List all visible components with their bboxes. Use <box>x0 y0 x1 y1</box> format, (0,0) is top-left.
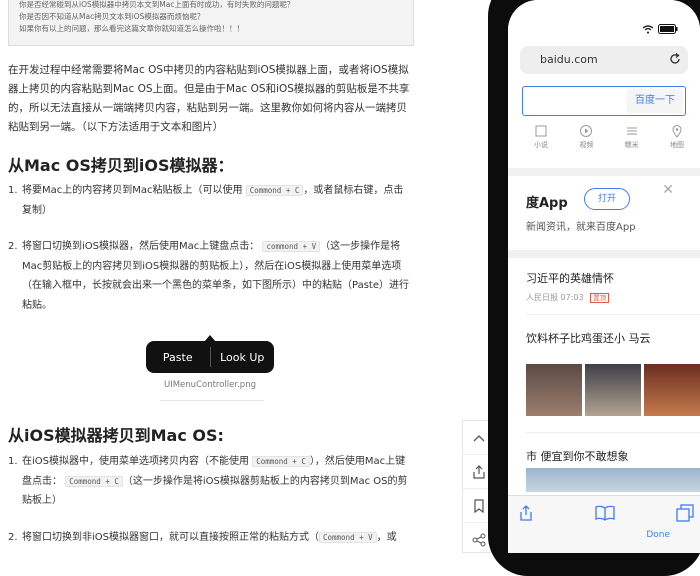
book-icon <box>535 125 547 137</box>
section-title: 从Mac OS拷贝到iOS模拟器： <box>8 156 234 175</box>
bookmarks-icon[interactable] <box>595 505 615 521</box>
battery-icon <box>658 24 678 34</box>
news-source: 人民日报 <box>526 293 558 302</box>
tabs-icon[interactable] <box>676 504 694 522</box>
news-photo <box>526 468 700 492</box>
quick-link-label: 小说 <box>534 141 548 149</box>
list-item: 1. 将要Mac上的内容拷贝到Mac粘贴板上（可以使用 Commond + C，… <box>8 181 412 220</box>
wifi-icon <box>642 24 654 33</box>
quick-link-novel[interactable]: 小说 <box>524 124 558 160</box>
nuomi-icon <box>626 127 637 135</box>
inline-code: commond + V <box>262 241 321 252</box>
app-promo-banner: 度App 打开 新闻资讯，就来百度App ✕ <box>508 176 700 248</box>
app-open-button[interactable]: 打开 <box>584 188 630 210</box>
share-nodes-icon <box>472 533 486 546</box>
news-photo <box>526 364 582 416</box>
inline-code: Commond + C <box>252 456 310 467</box>
quick-link-label: 地图 <box>669 141 684 149</box>
intro-paragraph: 在开发过程中经常需要将Mac OS中拷贝的内容粘贴到iOS模拟器上面，或者将iO… <box>8 64 410 133</box>
quick-link-nuomi[interactable]: 糯米 <box>615 124 649 160</box>
toolbar-icons <box>518 504 694 522</box>
video-icon <box>580 125 593 137</box>
list-number: 1. <box>8 185 18 196</box>
list-text: 将要Mac上的内容拷贝到Mac粘贴板上（可以使用 Commond + C ，或者鼠… <box>22 181 412 220</box>
menu-controller-image: Paste Look Up <box>146 335 274 373</box>
article-content: 你是否经常碰到从iOS模拟器中拷贝本文到Mac上面有时成功，有时失败的问题呢？ … <box>0 0 422 553</box>
news-divider <box>526 314 700 315</box>
quote-line: 你是否因不知道从Mac拷贝文本到iOS模拟器而烦恼呢？ <box>19 12 205 21</box>
share-icon[interactable] <box>518 504 534 522</box>
list-item: 1. 在iOS模拟器中，使用菜单选项拷贝内容（不能使用 Commond + C）… <box>8 452 412 511</box>
section-title: 从iOS模拟器拷贝到Mac OS: <box>8 426 224 445</box>
text-segment: 将要Mac上的内容拷贝到Mac粘贴板上（可以使用 <box>22 185 243 196</box>
address-bar[interactable]: baidu.com <box>520 46 688 74</box>
section-separator <box>508 168 700 176</box>
quick-link-map[interactable]: 地图 <box>660 124 694 160</box>
close-icon[interactable]: ✕ <box>662 182 674 198</box>
quick-link-label: 视频 <box>579 141 594 149</box>
chevron-up-icon <box>473 434 485 441</box>
url-text: baidu.com <box>540 53 598 66</box>
app-promo-subtitle: 新闻资讯，就来百度App <box>526 222 636 233</box>
quick-links: 小说 视频 糯米 地图 <box>524 124 694 160</box>
section-separator <box>508 250 700 258</box>
safari-toolbar: Done <box>508 495 700 553</box>
status-icons <box>642 24 678 34</box>
list-item: 2. 将窗口切换到非iOS模拟器窗口，就可以直接按照正常的粘贴方式（ Common… <box>8 528 412 548</box>
list-number: 2. <box>8 532 18 543</box>
news-headline[interactable]: 饮料杯子比鸡蛋还小 马云 <box>526 330 651 346</box>
quote-line: 如果你有以上的问题，那么看完这篇文章你就知道怎么操作啦！！！ <box>19 24 244 33</box>
list-text: 将窗口切换到iOS模拟器，然后使用Mac上键盘点击： commond + V （这… <box>22 237 412 315</box>
quick-link-label: 糯米 <box>624 141 639 149</box>
menu-bubble: Paste Look Up <box>146 341 274 373</box>
intro-blockquote: 你是否经常碰到从iOS模拟器中拷贝本文到Mac上面有时成功，有时失败的问题呢？ … <box>8 0 414 46</box>
text-segment: 将窗口切换到iOS模拟器，然后使用Mac上键盘点击： <box>22 241 260 252</box>
search-button[interactable]: 百度一下 <box>627 89 683 113</box>
bookmark-icon <box>474 498 484 513</box>
news-headline[interactable]: 市 便宜到你不敢想象 <box>526 448 629 464</box>
news-photo <box>585 364 641 416</box>
news-time: 07:03 <box>560 293 584 302</box>
news-headline[interactable]: 习近平的英雄情怀 <box>526 270 614 286</box>
reload-icon[interactable] <box>668 52 682 66</box>
quote-line: 你是否经常碰到从iOS模拟器中拷贝本文到Mac上面有时成功，有时失败的问题呢？ <box>19 0 295 9</box>
news-divider <box>526 432 700 433</box>
status-bar <box>508 0 700 42</box>
pinned-badge: 置顶 <box>590 293 610 303</box>
list-number: 1. <box>8 456 18 467</box>
news-photo-strip <box>526 364 700 416</box>
app-promo-title: 度App <box>526 196 568 211</box>
news-meta: 人民日报 07:03 置顶 <box>526 292 610 303</box>
list-item: 2. 将窗口切换到iOS模拟器，然后使用Mac上键盘点击： commond + … <box>8 237 412 315</box>
map-pin-icon <box>672 125 682 138</box>
image-caption: UIMenuController.png <box>164 380 256 390</box>
text-segment: 在iOS模拟器中，使用菜单选项拷贝内容（不能使用 <box>22 456 249 467</box>
quick-link-video[interactable]: 视频 <box>569 124 603 160</box>
text-segment: 将窗口切换到非iOS模拟器窗口，就可以直接按照正常的粘贴方式（ <box>22 532 319 543</box>
list-number: 2. <box>8 241 18 252</box>
text-segment: ，或 <box>376 532 397 543</box>
list-text: 将窗口切换到非iOS模拟器窗口，就可以直接按照正常的粘贴方式（ Commond +… <box>22 528 412 548</box>
share-icon <box>473 464 485 479</box>
inline-code: Commond + C <box>245 185 304 196</box>
done-button[interactable]: Done <box>646 530 670 540</box>
inline-code: Commond + C <box>65 475 123 487</box>
list-text: 在iOS模拟器中，使用菜单选项拷贝内容（不能使用 Commond + C ），然后… <box>22 452 412 511</box>
caption-divider <box>160 400 264 401</box>
lookup-menu-item: Look Up <box>220 350 265 364</box>
simulator-screen: baidu.com 百度一下 小说 视频 糯米 地图 度App 打开 新闻资讯，… <box>508 0 700 553</box>
search-input[interactable]: 百度一下 <box>522 86 686 116</box>
news-photo <box>644 364 700 416</box>
inline-code: Commond + V <box>319 532 377 543</box>
paste-menu-item: Paste <box>162 350 193 364</box>
